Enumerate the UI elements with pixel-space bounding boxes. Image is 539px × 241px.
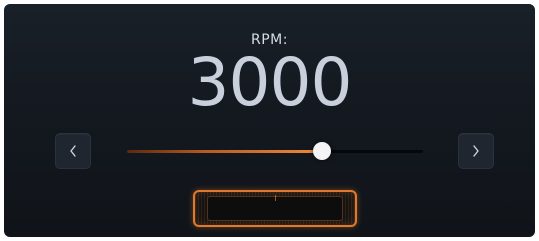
decrease-button[interactable] <box>55 133 91 169</box>
increase-button[interactable] <box>458 133 494 169</box>
rpm-slider-fill <box>127 150 323 153</box>
chevron-right-icon <box>471 144 481 158</box>
action-button-marker <box>275 195 276 201</box>
rpm-slider-thumb[interactable] <box>313 142 332 160</box>
action-button[interactable] <box>193 190 357 227</box>
rpm-panel: RPM: 3000 <box>4 4 535 237</box>
chevron-left-icon <box>68 144 78 158</box>
rpm-slider-track[interactable] <box>127 150 423 153</box>
rpm-value: 3000 <box>187 44 353 121</box>
